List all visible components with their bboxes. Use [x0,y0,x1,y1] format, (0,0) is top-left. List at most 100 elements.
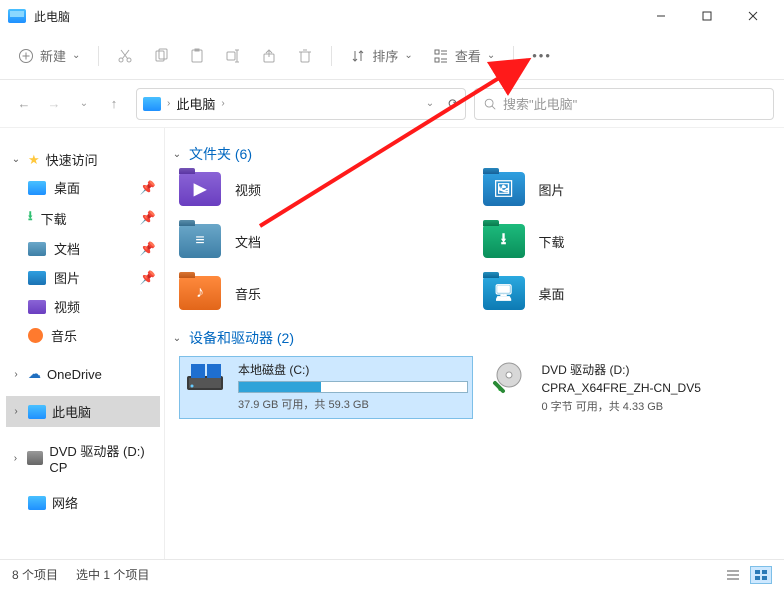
title-bar: 此电脑 [0,0,784,32]
drive-c[interactable]: 本地磁盘 (C:) 37.9 GB 可用，共 59.3 GB [179,356,473,419]
sidebar-quick-access-label: 快速访问 [46,150,98,169]
sort-icon [350,48,366,64]
sidebar-item-label: 音乐 [51,326,77,345]
new-button[interactable]: 新建 ⌄ [10,40,88,71]
section-folders[interactable]: ⌄ 文件夹 (6) [171,144,776,164]
sidebar-item-desktop[interactable]: 桌面 📌 [6,173,160,202]
sidebar-quick-access[interactable]: ⌄ ★ 快速访问 [6,146,160,173]
picture-folder-icon: 🖼 [483,172,525,206]
dvd-drive-icon [488,361,530,395]
folder-label: 视频 [235,180,261,199]
paste-button[interactable] [181,42,213,70]
sidebar-onedrive[interactable]: › ☁ OneDrive [6,362,160,386]
forward-button[interactable]: → [40,90,68,118]
folder-label: 图片 [539,180,565,199]
drive-d-sub: CPRA_X64FRE_ZH-CN_DV5 [542,381,772,395]
separator [98,46,99,66]
drive-d[interactable]: DVD 驱动器 (D:) CPRA_X64FRE_ZH-CN_DV5 0 字节 … [483,356,777,419]
maximize-button[interactable] [684,2,730,30]
scissors-icon [117,48,133,64]
folder-downloads[interactable]: ⭳ 下载 [483,224,777,258]
separator [331,46,332,66]
sidebar-dvd-label: DVD 驱动器 (D:) CP [49,441,156,475]
folder-label: 文档 [235,232,261,251]
sidebar-item-music[interactable]: 音乐 [6,321,160,350]
download-folder-icon: ⭳ [483,224,525,258]
pin-icon: 📌 [140,180,156,196]
folder-videos[interactable]: ▶ 视频 [179,172,473,206]
section-drives-label: 设备和驱动器 (2) [189,328,294,348]
rename-button[interactable] [217,42,249,70]
dvd-icon [27,451,43,465]
sidebar-item-label: 文档 [54,239,80,258]
section-folders-label: 文件夹 (6) [189,144,252,164]
more-button[interactable]: ••• [524,42,560,69]
drive-c-usage-bar [238,381,468,393]
up-button[interactable]: ↑ [100,90,128,118]
delete-button[interactable] [289,42,321,70]
chevron-down-icon: ⌄ [72,50,80,61]
sidebar-network[interactable]: › 网络 [6,489,160,516]
folder-documents[interactable]: ≡ 文档 [179,224,473,258]
sidebar-network-label: 网络 [52,493,78,512]
sort-button[interactable]: 排序 ⌄ [342,40,420,71]
folder-desktop[interactable]: 🖥 桌面 [483,276,777,310]
desktop-folder-icon: 🖥 [483,276,525,310]
tiles-view-button[interactable] [750,566,772,584]
search-placeholder: 搜索"此电脑" [503,94,577,113]
details-view-button[interactable] [722,566,744,584]
folder-pictures[interactable]: 🖼 图片 [483,172,777,206]
disk-icon [184,361,226,395]
status-item-count: 8 个项目 [12,566,58,583]
sidebar-this-pc[interactable]: › 此电脑 [6,396,160,427]
ellipsis-icon: ••• [532,48,552,63]
cloud-icon: ☁ [28,366,41,382]
search-box[interactable]: 搜索"此电脑" [474,88,774,120]
sidebar-item-label: 下载 [41,209,67,228]
address-location: 此电脑 [176,94,215,113]
nav-bar: ← → ⌄ ↑ › 此电脑 › ⌄ ⟳ 搜索"此电脑" [0,80,784,128]
folder-label: 桌面 [539,284,565,303]
section-drives[interactable]: ⌄ 设备和驱动器 (2) [171,328,776,348]
share-button[interactable] [253,42,285,70]
sidebar-this-pc-label: 此电脑 [52,402,91,421]
sidebar-item-videos[interactable]: 视频 [6,292,160,321]
back-button[interactable]: ← [10,90,38,118]
sidebar-item-label: 图片 [54,268,80,287]
new-button-label: 新建 [40,46,66,65]
dropdown-chevron-icon[interactable]: ⌄ [426,98,434,109]
close-button[interactable] [730,2,776,30]
sort-button-label: 排序 [372,46,398,65]
sidebar-item-label: 视频 [54,297,80,316]
main-content: ⌄ 文件夹 (6) ▶ 视频 🖼 图片 ≡ 文档 ⭳ 下载 ♪ 音乐 [165,128,784,559]
sidebar-dvd[interactable]: › DVD 驱动器 (D:) CP [6,437,160,479]
copy-button[interactable] [145,42,177,70]
video-icon [28,300,46,314]
folder-music[interactable]: ♪ 音乐 [179,276,473,310]
music-icon [28,328,43,343]
pin-icon: 📌 [140,241,156,257]
sidebar-item-downloads[interactable]: ⭳ 下载 📌 [6,202,160,234]
sidebar-onedrive-label: OneDrive [47,367,102,382]
pc-icon [28,405,46,419]
desktop-icon [28,181,46,195]
pin-icon: 📌 [140,270,156,286]
drive-c-detail: 37.9 GB 可用，共 59.3 GB [238,396,468,412]
sidebar-item-pictures[interactable]: 图片 📌 [6,263,160,292]
view-button[interactable]: 查看 ⌄ [425,40,503,71]
refresh-button[interactable]: ⟳ [448,96,459,112]
share-icon [261,48,277,64]
sidebar-item-documents[interactable]: 文档 📌 [6,234,160,263]
address-bar[interactable]: › 此电脑 › ⌄ ⟳ [136,88,466,120]
separator [513,46,514,66]
chevron-down-icon: ⌄ [171,149,183,160]
minimize-button[interactable] [638,2,684,30]
chevron-right-icon: › [10,369,22,380]
drive-d-name: DVD 驱动器 (D:) [542,361,772,378]
toolbar: 新建 ⌄ 排序 ⌄ 查看 ⌄ ••• [0,32,784,80]
chevron-right-icon: › [10,453,21,464]
cut-button[interactable] [109,42,141,70]
chevron-right-icon: › [10,406,22,417]
music-folder-icon: ♪ [179,276,221,310]
recent-locations-button[interactable]: ⌄ [70,90,98,118]
